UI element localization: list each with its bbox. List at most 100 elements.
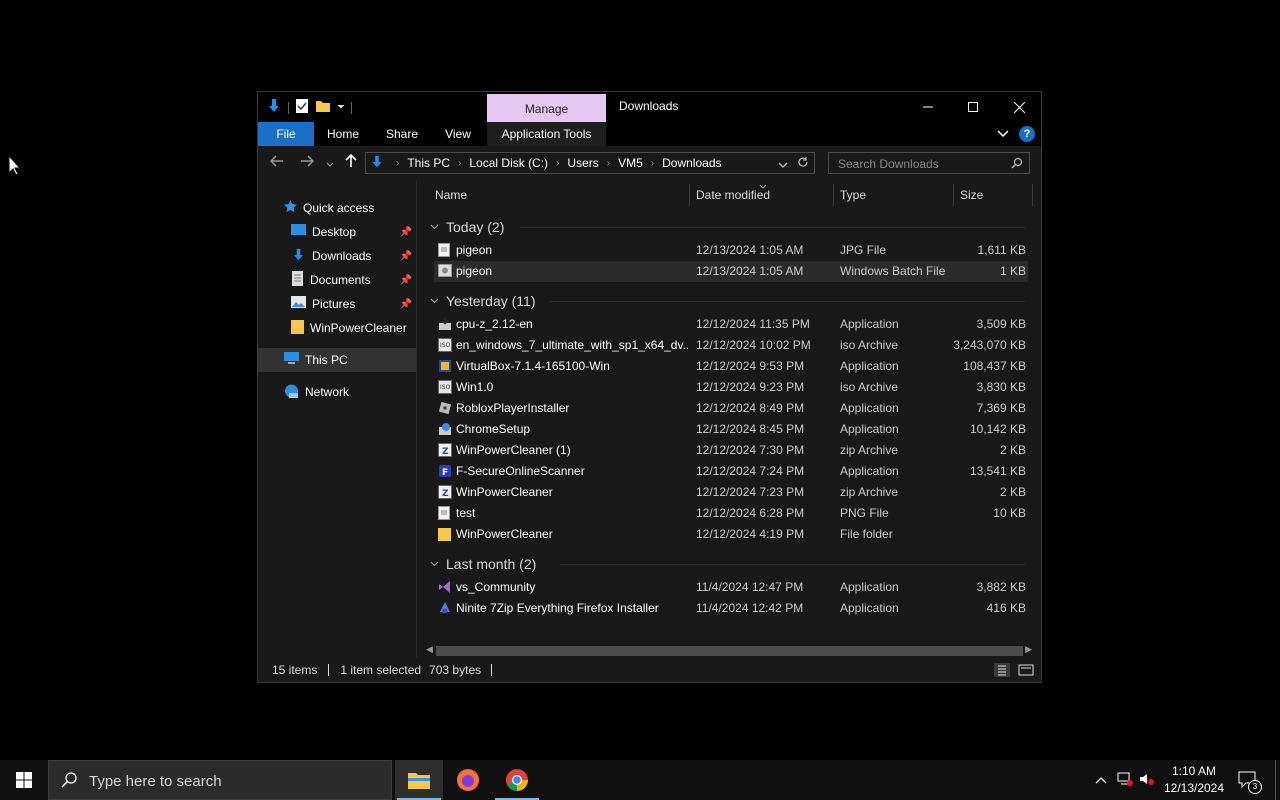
- nav-pictures[interactable]: Pictures 📌: [258, 292, 416, 316]
- search-box[interactable]: [828, 152, 1030, 174]
- address-bar[interactable]: › This PC › Local Disk (C:) › Users › VM…: [365, 152, 815, 174]
- up-arrow-icon[interactable]: [344, 153, 358, 172]
- tab-application-tools[interactable]: Application Tools: [487, 122, 606, 146]
- details-view-icon[interactable]: [994, 663, 1010, 677]
- pin-icon[interactable]: 📌: [400, 299, 412, 310]
- group-header-last-month[interactable]: Last month (2): [430, 553, 1030, 575]
- file-row[interactable]: Z WinPowerCleaner 12/12/2024 7:23 PM zip…: [434, 482, 1028, 503]
- pin-icon[interactable]: 📌: [400, 251, 412, 262]
- help-icon[interactable]: ?: [1019, 126, 1035, 142]
- chevron-down-icon[interactable]: [430, 296, 442, 307]
- nav-this-pc[interactable]: This PC: [258, 348, 416, 372]
- nav-network[interactable]: Network: [258, 380, 416, 404]
- file-name: WinPowerCleaner: [456, 485, 553, 499]
- taskbar-search-box[interactable]: [48, 760, 392, 800]
- toolbar-divider: [351, 101, 352, 114]
- show-desktop-button[interactable]: [1275, 760, 1280, 800]
- nav-quick-access[interactable]: Quick access: [258, 196, 416, 220]
- volume-muted-icon[interactable]: [1139, 771, 1155, 790]
- network-status-icon[interactable]: [1117, 771, 1133, 790]
- new-folder-icon[interactable]: [315, 98, 331, 117]
- column-separator[interactable]: [953, 184, 954, 206]
- tab-share[interactable]: Share: [380, 122, 424, 146]
- file-row[interactable]: ChromeSetup 12/12/2024 8:45 PM Applicati…: [434, 419, 1028, 440]
- file-row[interactable]: pigeon 12/13/2024 1:05 AM JPG File 1,611…: [434, 240, 1028, 261]
- scrollbar-thumb[interactable]: [436, 646, 1023, 656]
- chevron-down-icon[interactable]: [430, 222, 442, 233]
- back-arrow-icon[interactable]: [270, 154, 284, 172]
- file-row[interactable]: vs_Community 11/4/2024 12:47 PM Applicat…: [434, 577, 1028, 598]
- refresh-icon[interactable]: [797, 156, 809, 171]
- pin-icon[interactable]: 📌: [400, 275, 412, 286]
- file-row[interactable]: cpu-z_2.12-en 12/12/2024 11:35 PM Applic…: [434, 314, 1028, 335]
- horizontal-scrollbar[interactable]: ◀ ▶: [424, 644, 1034, 658]
- properties-icon[interactable]: [295, 98, 309, 117]
- scroll-left-icon[interactable]: ◀: [426, 644, 433, 655]
- pane-divider[interactable]: [416, 180, 417, 658]
- file-row[interactable]: test 12/12/2024 6:28 PM PNG File 10 KB: [434, 503, 1028, 524]
- column-separator[interactable]: [833, 184, 834, 206]
- group-header-today[interactable]: Today (2): [430, 216, 1030, 238]
- tab-home[interactable]: Home: [322, 122, 364, 146]
- file-row[interactable]: WinPowerCleaner 12/12/2024 4:19 PM File …: [434, 524, 1028, 545]
- column-header-name[interactable]: Name: [435, 180, 685, 208]
- nav-winpowercleaner[interactable]: WinPowerCleaner: [258, 316, 416, 340]
- breadcrumb-this-pc[interactable]: This PC: [407, 156, 450, 170]
- scroll-right-icon[interactable]: ▶: [1025, 644, 1032, 655]
- tab-manage[interactable]: Manage: [487, 94, 606, 122]
- chevron-down-icon[interactable]: [430, 559, 442, 570]
- nav-desktop[interactable]: Desktop 📌: [258, 220, 416, 244]
- title-bar[interactable]: ⏷ Manage Downloads: [258, 92, 1041, 122]
- file-row[interactable]: ISO Win1.0 12/12/2024 9:23 PM iso Archiv…: [434, 377, 1028, 398]
- file-row[interactable]: ISO en_windows_7_ultimate_with_sp1_x64_d…: [434, 335, 1028, 356]
- pin-icon[interactable]: 📌: [400, 227, 412, 238]
- breadcrumb-vm5[interactable]: VM5: [618, 156, 643, 170]
- taskbar-chrome[interactable]: [493, 760, 541, 800]
- file-row[interactable]: RobloxPlayerInstaller 12/12/2024 8:49 PM…: [434, 398, 1028, 419]
- clock[interactable]: 1:10 AM 12/13/2024: [1160, 763, 1228, 797]
- batch-file-icon: [438, 264, 452, 278]
- file-row[interactable]: VirtualBox-7.1.4-165100-Win 12/12/2024 9…: [434, 356, 1028, 377]
- column-separator[interactable]: [689, 184, 690, 206]
- expand-ribbon-icon[interactable]: [997, 127, 1009, 141]
- customize-toolbar-icon[interactable]: ⏷: [337, 102, 345, 113]
- file-size: 13,541 KB: [969, 464, 1026, 478]
- group-header-yesterday[interactable]: Yesterday (11): [430, 290, 1030, 312]
- large-icons-view-icon[interactable]: [1018, 663, 1034, 677]
- column-header-type[interactable]: Type: [840, 180, 950, 208]
- breadcrumb-users[interactable]: Users: [567, 156, 598, 170]
- address-dropdown-icon[interactable]: [778, 158, 788, 172]
- breadcrumb-downloads[interactable]: Downloads: [662, 156, 721, 170]
- action-center-button[interactable]: 3: [1238, 770, 1262, 794]
- folder-icon: [438, 527, 452, 541]
- group-title: Yesterday (11): [446, 293, 536, 309]
- minimize-button[interactable]: [905, 92, 951, 122]
- recent-locations-chevron-icon[interactable]: [326, 156, 334, 173]
- installer-icon: [438, 317, 452, 331]
- tab-file[interactable]: File: [258, 122, 314, 146]
- file-row[interactable]: F F-SecureOnlineScanner 12/12/2024 7:24 …: [434, 461, 1028, 482]
- search-icon[interactable]: [1011, 157, 1023, 172]
- show-hidden-icons-icon[interactable]: [1095, 773, 1107, 787]
- start-button[interactable]: [0, 760, 48, 800]
- svg-text:ISO: ISO: [440, 342, 451, 349]
- column-header-size[interactable]: Size: [960, 180, 1030, 208]
- download-arrow-icon[interactable]: [266, 98, 282, 117]
- tab-view[interactable]: View: [438, 122, 478, 146]
- search-input[interactable]: [836, 156, 1010, 172]
- nav-downloads[interactable]: Downloads 📌: [258, 244, 416, 268]
- file-row[interactable]: Z WinPowerCleaner (1) 12/12/2024 7:30 PM…: [434, 440, 1028, 461]
- forward-arrow-icon[interactable]: [300, 154, 314, 172]
- file-type: Application: [840, 401, 899, 415]
- file-row-selected[interactable]: pigeon 12/13/2024 1:05 AM Windows Batch …: [434, 261, 1028, 282]
- file-row[interactable]: Ninite 7Zip Everything Firefox Installer…: [434, 598, 1028, 619]
- breadcrumb-local-disk[interactable]: Local Disk (C:): [469, 156, 548, 170]
- close-button[interactable]: [996, 92, 1042, 122]
- maximize-button[interactable]: [950, 92, 996, 122]
- taskbar-file-explorer[interactable]: [395, 760, 443, 800]
- nav-documents[interactable]: Documents 📌: [258, 268, 416, 292]
- taskbar-firefox[interactable]: [444, 760, 492, 800]
- file-explorer-icon: [408, 773, 430, 789]
- column-separator[interactable]: [1032, 184, 1033, 206]
- taskbar-search-input[interactable]: [87, 772, 381, 791]
